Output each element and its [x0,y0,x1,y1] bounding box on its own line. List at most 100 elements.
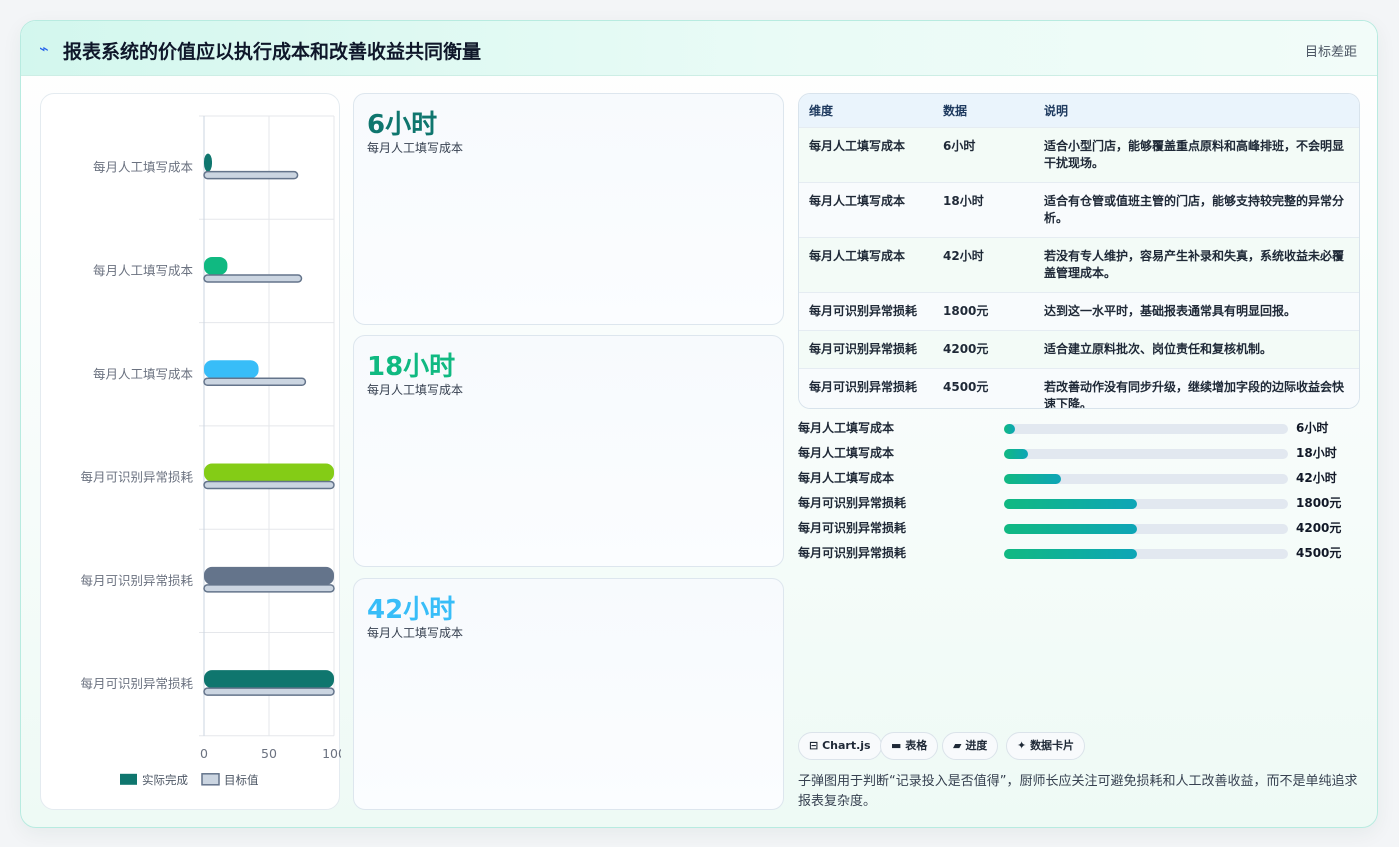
kpi-card-2: 18小时 每月人工填写成本 [353,335,784,567]
progress-value: 4200元 [1296,521,1342,535]
card-header: ⌁ 报表系统的价值应以执行成本和改善收益共同衡量 目标差距 [21,21,1377,76]
progress-label: 每月可识别异常损耗 [798,521,907,535]
table-cell: 18小时 [933,181,1034,237]
table-cell: 每月可识别异常损耗 [799,291,933,330]
bar-actual [204,463,334,482]
progress-track [1004,499,1288,509]
progress-row: 每月可识别异常损耗 4500元 [798,544,1368,562]
kpi-value: 42小时 [367,595,456,625]
table-cell: 每月人工填写成本 [799,126,933,182]
table-header-row: 维度 数据 说明 [799,94,1359,127]
column-header: 数据 [933,94,1034,127]
bar-actual [204,153,212,172]
x-tick-label: 100 [322,746,341,761]
progress-value: 6小时 [1296,421,1329,435]
kpi-card-3: 42小时 每月人工填写成本 [353,578,784,810]
table-cell: 每月可识别异常损耗 [799,329,933,368]
progress-label: 每月人工填写成本 [798,421,895,435]
y-tick-label: 每月人工填写成本 [93,263,194,278]
table-cell: 达到这一水平时，基础报表通常具有明显回报。 [1034,291,1359,330]
tag-table[interactable]: ▬ 表格 [880,732,939,760]
dashboard-card: ⌁ 报表系统的价值应以执行成本和改善收益共同衡量 目标差距 每月人工填写成本 每月… [20,20,1378,828]
progress-label: 每月可识别异常损耗 [798,546,907,560]
tag-data-card[interactable]: ✦ 数据卡片 [1006,732,1086,760]
table-cell: 1800元 [933,291,1034,330]
bar-target [203,170,299,180]
column-header: 说明 [1034,94,1359,127]
table-row: 每月人工填写成本 6小时 适合小型门店，能够覆盖重点原料和高峰排班，不会明显干扰… [799,126,1359,182]
progress-row: 每月可识别异常损耗 1800元 [798,494,1368,512]
legend-swatch-actual [120,773,137,785]
tag-progress[interactable]: ▰ 进度 [942,732,999,760]
progress-fill [1004,549,1138,559]
y-tick-label: 每月可识别异常损耗 [80,470,193,485]
kpi-label: 每月人工填写成本 [367,141,464,155]
bar-target [203,377,307,386]
bolt-icon: ⌁ [39,39,49,58]
legend-swatch-target [201,773,220,786]
x-tick-label: 0 [200,746,208,761]
progress-value: 18小时 [1296,446,1337,460]
progress-fill [1004,424,1016,434]
tag-chartjs[interactable]: ⊟ Chart.js [798,732,882,760]
tag-label: Chart.js [822,739,871,752]
table-row: 每月可识别异常损耗 4500元 若改善动作没有同步升级，继续增加字段的边际收益会… [799,367,1359,408]
table-cell: 4500元 [933,367,1034,408]
bar-actual [204,360,259,379]
progress-value: 42小时 [1296,471,1337,485]
bullet-chart: 每月人工填写成本每月人工填写成本每月人工填写成本每月可识别异常损耗每月可识别异常… [80,115,341,787]
column-header: 维度 [799,94,933,127]
bar-actual [204,566,334,585]
data-table: 维度 数据 说明 每月人工填写成本 6小时 适合小型门店，能够覆盖重点原料和高峰… [798,93,1360,409]
sparkle-icon: ✦ [1017,739,1027,752]
legend-label-actual: 实际完成 [142,773,188,787]
legend-label-target: 目标值 [224,773,259,787]
chart-icon: ⊟ [809,739,819,752]
tag-label: 表格 [905,739,928,752]
table-cell: 若改善动作没有同步升级，继续增加字段的边际收益会快速下降。 [1034,367,1359,408]
progress-value: 1800元 [1296,496,1342,510]
progress-label: 每月人工填写成本 [798,471,895,485]
table-cell: 适合小型门店，能够覆盖重点原料和高峰排班，不会明显干扰现场。 [1034,126,1359,182]
progress-value: 4500元 [1296,546,1342,560]
tag-label: 数据卡片 [1030,739,1075,752]
kpi-label: 每月人工填写成本 [367,626,464,640]
footnote: 子弹图用于判断“记录投入是否值得”，厨师长应关注可避免损耗和人工改善收益，而不是… [798,774,1358,809]
kpi-label: 每月人工填写成本 [367,383,464,397]
target-gap-link[interactable]: 目标差距 [1305,41,1357,60]
progress-fill [1004,474,1061,484]
table-icon: ▬ [891,739,902,752]
progress-fill [1004,499,1138,509]
x-tick-label: 50 [261,746,277,761]
table-cell: 每月人工填写成本 [799,181,933,237]
table-row: 每月可识别异常损耗 1800元 达到这一水平时，基础报表通常具有明显回报。 [799,291,1359,330]
bar-target [203,687,335,696]
bar-target [203,480,335,490]
table-cell: 每月可识别异常损耗 [799,367,933,408]
table-row: 每月人工填写成本 42小时 若没有专人维护，容易产生补录和失真，系统收益未必覆盖… [799,236,1359,292]
page-title: 报表系统的价值应以执行成本和改善收益共同衡量 [63,41,482,63]
table-cell: 适合建立原料批次、岗位责任和复核机制。 [1034,329,1359,368]
table-cell: 42小时 [933,236,1034,292]
progress-label: 每月人工填写成本 [798,446,895,460]
tag-label: 进度 [965,739,988,752]
kpi-value: 18小时 [367,352,456,382]
progress-row: 每月可识别异常损耗 4200元 [798,519,1368,537]
progress-track [1004,549,1288,559]
table-cell: 6小时 [933,126,1034,182]
table-row: 每月人工填写成本 18小时 适合有仓管或值班主管的门店，能够支持较完整的异常分析… [799,181,1359,237]
kpi-card-1: 6小时 每月人工填写成本 [353,93,784,325]
progress-track [1004,474,1288,484]
progress-row: 每月人工填写成本 42小时 [798,469,1368,487]
progress-row: 每月人工填写成本 6小时 [798,419,1368,437]
progress-row: 每月人工填写成本 18小时 [798,444,1368,462]
bullet-chart-panel: 每月人工填写成本 每月人工填写成本 每月人工填写成本 每月可识别异常损耗 每月可识别异常… [40,93,341,810]
table-cell: 若没有专人维护，容易产生补录和失真，系统收益未必覆盖管理成本。 [1034,236,1359,292]
progress-label: 每月可识别异常损耗 [798,496,907,510]
progress-fill [1004,524,1138,534]
y-tick-label: 每月人工填写成本 [93,160,194,175]
progress-track [1004,449,1288,459]
y-tick-label: 每月可识别异常损耗 [80,573,193,588]
table-row: 每月可识别异常损耗 4200元 适合建立原料批次、岗位责任和复核机制。 [799,329,1359,368]
y-tick-label: 每月可识别异常损耗 [80,676,193,691]
